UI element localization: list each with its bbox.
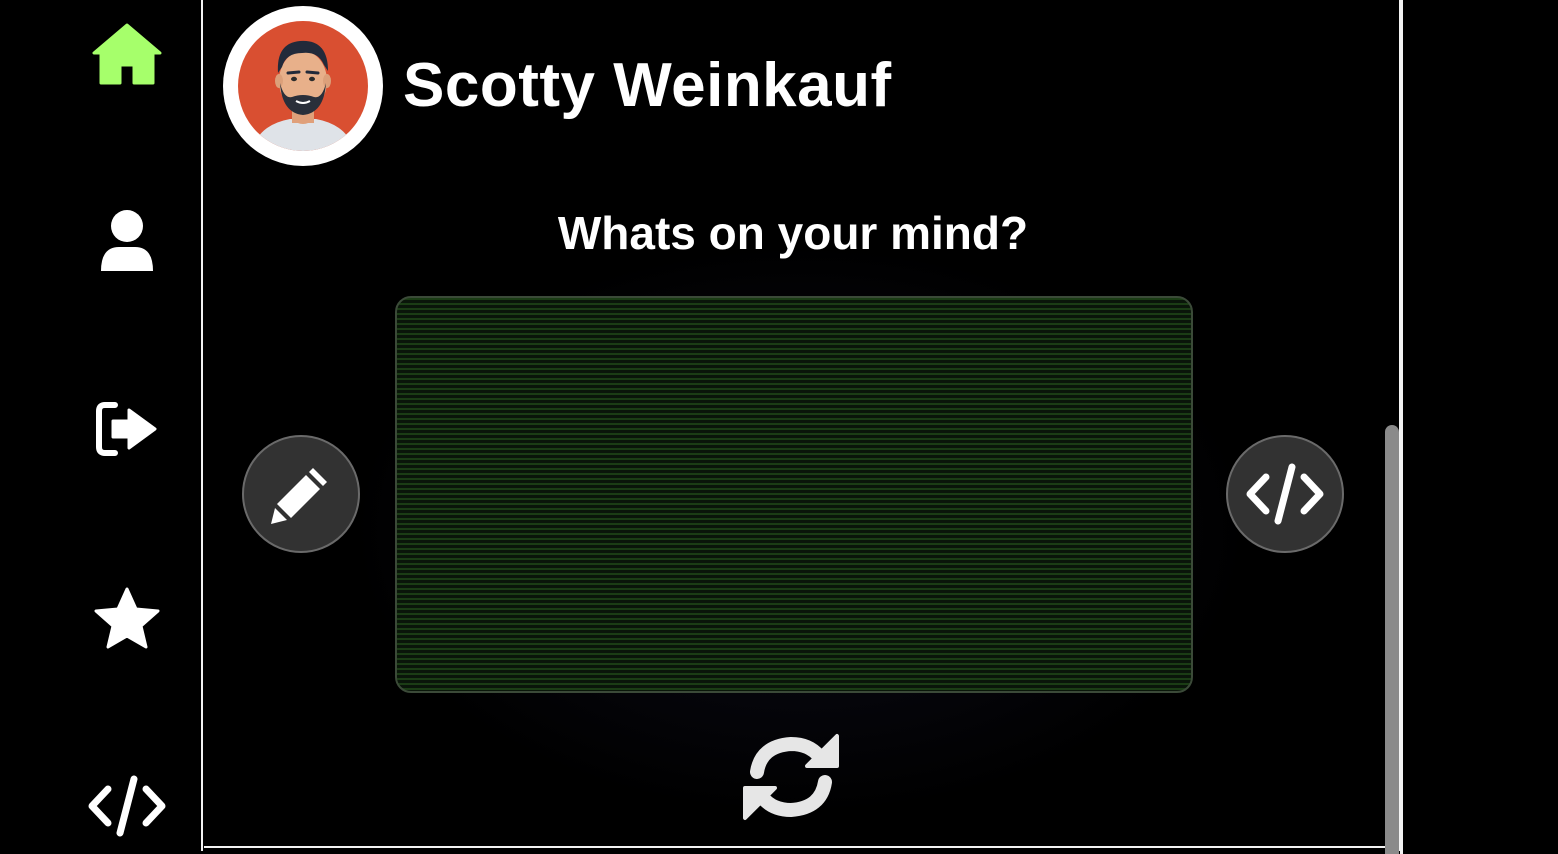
sidebar-item-favorites[interactable] bbox=[86, 577, 168, 659]
pencil-icon bbox=[271, 468, 327, 524]
app-root: Scotty Weinkauf Whats on your mind? bbox=[0, 0, 1558, 854]
sidebar-item-code[interactable] bbox=[86, 765, 168, 847]
scrollbar-thumb[interactable] bbox=[1385, 425, 1399, 854]
user-name: Scotty Weinkauf bbox=[403, 51, 892, 120]
star-icon bbox=[94, 587, 160, 649]
sidebar-item-logout[interactable] bbox=[86, 388, 168, 470]
avatar-illustration bbox=[238, 21, 368, 151]
panel-bottom-divider bbox=[204, 846, 1385, 848]
refresh-icon bbox=[743, 734, 839, 820]
code-button[interactable] bbox=[1226, 435, 1344, 553]
avatar[interactable] bbox=[223, 6, 383, 166]
refresh-button[interactable] bbox=[742, 731, 840, 823]
user-icon bbox=[101, 210, 153, 271]
sidebar-item-profile[interactable] bbox=[86, 200, 168, 282]
sign-out-icon bbox=[96, 402, 157, 456]
sidebar-nav bbox=[0, 0, 201, 854]
composer-heading: Whats on your mind? bbox=[557, 207, 1029, 259]
sidebar-item-home[interactable] bbox=[86, 13, 168, 95]
post-textarea[interactable] bbox=[395, 296, 1193, 693]
panel-right-border bbox=[1400, 0, 1403, 854]
code-icon bbox=[88, 775, 166, 837]
code-icon bbox=[1246, 463, 1324, 525]
edit-button[interactable] bbox=[242, 435, 360, 553]
home-icon bbox=[92, 23, 162, 85]
